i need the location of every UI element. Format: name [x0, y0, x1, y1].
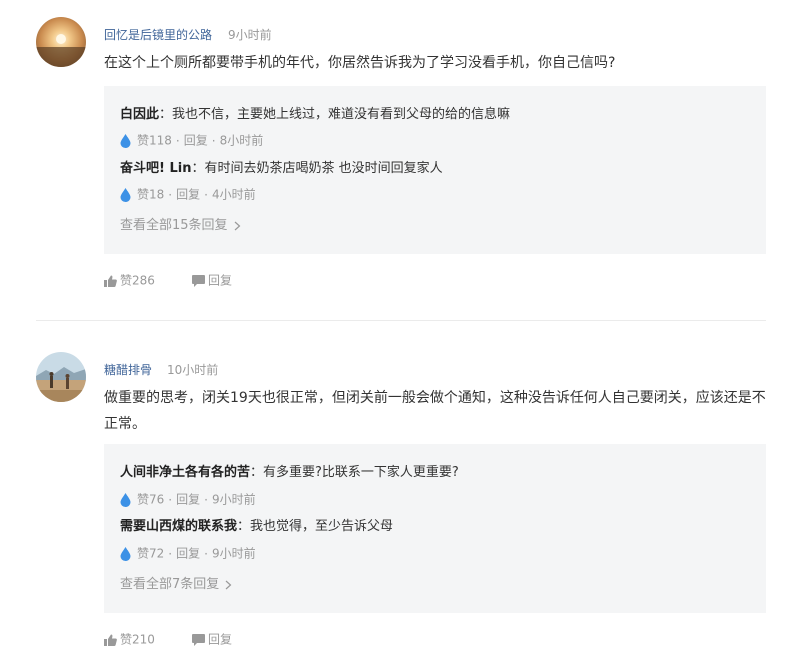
like-drop-icon[interactable] [120, 187, 131, 202]
comment-item: 回忆是后镜里的公路 9小时前 在这个上个厕所都要带手机的年代，你居然告诉我为了学… [0, 0, 808, 320]
chevron-right-icon [234, 221, 241, 230]
meta-dot: · [168, 187, 173, 202]
like-drop-icon[interactable] [120, 492, 131, 507]
thumbs-up-icon [104, 275, 117, 287]
user-avatar[interactable] [36, 17, 86, 67]
meta-dot: · [204, 187, 208, 202]
comment-reply-label: 回复 [208, 632, 233, 647]
comment-reply-button[interactable]: 回复 [192, 631, 232, 648]
reply-box: 白因此：我也不信，主要她上线过，难道没有看到父母的给的信息嘛 赞118 · 回复 · 8… [104, 86, 766, 254]
reply-separator: ： [237, 519, 251, 534]
comment-bubble-icon [192, 274, 205, 287]
reply-meta: 赞72 · 回复 · 9小时前 [120, 545, 256, 561]
comment-author[interactable]: 糖醋排骨 [104, 361, 152, 378]
reply-separator: ： [191, 161, 205, 176]
view-all-label: 查看全部15条回复 [120, 218, 228, 233]
view-all-replies-link[interactable]: 查看全部7条回复 [120, 573, 232, 592]
reply-reply-button[interactable]: 回复 [176, 547, 200, 561]
meta-dot: · [168, 492, 173, 507]
reply-reply-button[interactable]: 回复 [176, 493, 200, 507]
comment-like-button[interactable]: 赞210 [104, 631, 155, 648]
reply-author[interactable]: 需要山西煤的联系我 [120, 519, 237, 534]
reply-separator: ： [159, 107, 173, 122]
reply-author[interactable]: 奋斗吧! Lin [120, 161, 191, 176]
like-drop-icon[interactable] [120, 133, 131, 148]
landscape-avatar-icon [36, 352, 86, 402]
reply-author[interactable]: 人间非净土各有各的苦 [120, 465, 250, 480]
comment-like-count: 赞210 [120, 632, 155, 647]
reply-reply-button[interactable]: 回复 [184, 134, 208, 148]
meta-dot: · [204, 546, 208, 561]
like-drop-icon[interactable] [120, 546, 131, 561]
comment-content: 在这个上个厕所都要带手机的年代，你居然告诉我为了学习没看手机，你自己信吗? [104, 55, 616, 71]
reply-reply-button[interactable]: 回复 [176, 188, 200, 202]
reply-separator: ： [250, 465, 264, 480]
reply-item: 需要山西煤的联系我：我也觉得，至少告诉父母 [120, 517, 750, 537]
reply-text: 有多重要?比联系一下家人更重要? [263, 465, 459, 480]
reply-box: 人间非净土各有各的苦：有多重要?比联系一下家人更重要? 赞76 · 回复 · 9小时前 … [104, 444, 766, 613]
sunset-avatar-icon [36, 17, 86, 67]
reply-item: 人间非净土各有各的苦：有多重要?比联系一下家人更重要? [120, 463, 750, 483]
reply-text: 我也不信，主要她上线过，难道没有看到父母的给的信息嘛 [172, 107, 511, 122]
reply-like-count[interactable]: 赞118 [137, 134, 172, 148]
reply-text: 有时间去奶茶店喝奶茶 也没时间回复家人 [204, 161, 443, 176]
reply-text: 我也觉得，至少告诉父母 [250, 519, 394, 534]
reply-meta: 赞18 · 回复 · 4小时前 [120, 186, 256, 202]
reply-time: 8小时前 [219, 133, 264, 148]
comment-time: 10小时前 [167, 363, 219, 377]
reply-time: 9小时前 [211, 546, 256, 561]
reply-item: 奋斗吧! Lin：有时间去奶茶店喝奶茶 也没时间回复家人 [120, 159, 750, 179]
comment-reply-button[interactable]: 回复 [192, 272, 232, 289]
reply-like-count[interactable]: 赞18 [137, 188, 164, 202]
meta-dot: · [204, 492, 208, 507]
comment-content: 做重要的思考，闭关19天也很正常，但闭关前一般会做个通知，这种没告诉任何人自己要… [104, 390, 766, 432]
reply-meta: 赞118 · 回复 · 8小时前 [120, 132, 263, 148]
reply-like-count[interactable]: 赞72 [137, 547, 164, 561]
meta-dot: · [175, 133, 180, 148]
reply-time: 4小时前 [211, 187, 256, 202]
reply-meta: 赞76 · 回复 · 9小时前 [120, 491, 256, 507]
reply-item: 白因此：我也不信，主要她上线过，难道没有看到父母的给的信息嘛 [120, 105, 750, 125]
reply-author[interactable]: 白因此 [120, 107, 159, 122]
comment-reply-label: 回复 [208, 273, 233, 288]
view-all-replies-link[interactable]: 查看全部15条回复 [120, 214, 241, 233]
meta-dot: · [168, 546, 173, 561]
view-all-label: 查看全部7条回复 [120, 577, 220, 592]
user-avatar[interactable] [36, 352, 86, 402]
meta-dot: · [211, 133, 216, 148]
comment-item: 糖醋排骨 10小时前 做重要的思考，闭关19天也很正常，但闭关前一般会做个通知，… [0, 321, 808, 672]
reply-time: 9小时前 [211, 492, 256, 507]
reply-like-count[interactable]: 赞76 [137, 493, 164, 507]
comment-bubble-icon [192, 633, 205, 646]
comment-like-count: 赞286 [120, 273, 155, 288]
comment-like-button[interactable]: 赞286 [104, 272, 155, 289]
thumbs-up-icon [104, 634, 117, 646]
comment-time: 9小时前 [228, 28, 272, 42]
chevron-right-icon [226, 580, 232, 589]
comment-author[interactable]: 回忆是后镜里的公路 [104, 26, 212, 43]
